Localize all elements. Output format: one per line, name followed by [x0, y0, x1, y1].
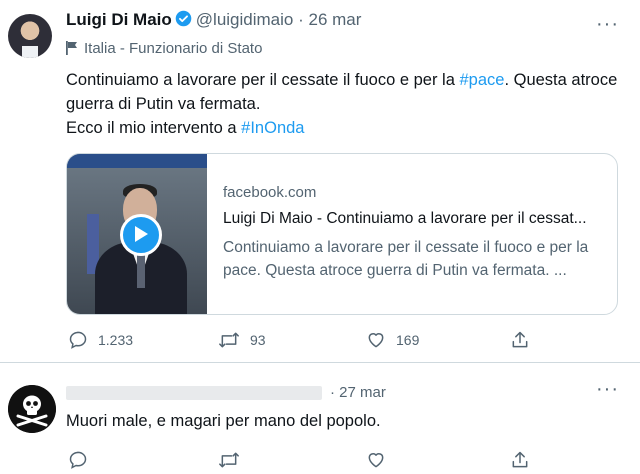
reply-share-button[interactable]	[510, 450, 540, 470]
retweet-icon	[219, 332, 239, 348]
reply-icon	[69, 331, 87, 349]
reply-icon	[69, 451, 87, 469]
redacted-username	[66, 386, 322, 400]
skull-crossbones-icon[interactable]	[8, 385, 56, 433]
reply-count: 1.233	[98, 332, 134, 348]
share-button[interactable]	[510, 330, 540, 350]
author-handle[interactable]: @luigidimaio	[196, 10, 294, 29]
like-icon	[368, 333, 384, 348]
video-thumbnail[interactable]	[67, 154, 207, 314]
reply-retweet-button[interactable]	[218, 450, 250, 470]
header-separator: ·	[298, 10, 304, 29]
tweet[interactable]: Luigi Di Maio @luigidimaio · 26 mar ··· I…	[0, 0, 640, 362]
reply-button[interactable]: 1.233	[68, 330, 133, 350]
tweet-date[interactable]: 26 mar	[309, 10, 362, 29]
play-icon[interactable]	[120, 214, 162, 256]
government-flag-icon	[66, 41, 77, 55]
retweet-button[interactable]: 93	[218, 330, 266, 350]
author-avatar[interactable]	[8, 14, 52, 58]
like-icon	[368, 453, 384, 468]
card-domain: facebook.com	[223, 184, 317, 201]
tweet-actions: 1.233 93 169	[0, 330, 640, 354]
reply-actions	[0, 450, 640, 474]
reply-like-button[interactable]	[366, 450, 396, 470]
card-description: Continuiamo a lavorare per il cessate il…	[223, 239, 589, 279]
like-count: 169	[396, 332, 420, 348]
retweet-count: 93	[250, 332, 266, 348]
share-icon	[512, 451, 528, 468]
more-icon[interactable]: ···	[596, 14, 619, 34]
tweet-text-part1: Continuiamo a lavorare per il cessate il…	[66, 71, 460, 89]
reply-reply-button[interactable]	[68, 450, 98, 470]
retweet-icon	[219, 452, 239, 468]
tweet-text-part3: Ecco il mio intervento a	[66, 119, 242, 137]
link-preview-card[interactable]: facebook.com Luigi Di Maio - Continuiamo…	[66, 153, 618, 315]
tweet-text: Continuiamo a lavorare per il cessate il…	[66, 68, 626, 140]
author-name[interactable]: Luigi Di Maio	[66, 10, 172, 29]
reply-separator: ·	[330, 384, 335, 401]
tweet-header: Luigi Di Maio @luigidimaio · 26 mar	[66, 10, 361, 32]
hashtag-pace-link[interactable]: #pace	[459, 71, 504, 89]
like-button[interactable]: 169	[366, 330, 419, 350]
verified-badge-icon	[175, 10, 192, 32]
reply-date[interactable]: 27 mar	[339, 384, 386, 401]
reply-more-icon[interactable]: ···	[596, 379, 619, 399]
share-icon	[512, 331, 528, 348]
hashtag-inonda-link[interactable]: #InOnda	[241, 119, 304, 137]
account-label-text: Italia - Funzionario di Stato	[84, 40, 263, 57]
reply-text: Muori male, e magari per mano del popolo…	[66, 412, 381, 430]
card-title: Luigi Di Maio - Continuiamo a lavorare p…	[223, 210, 587, 227]
reply-date-row: · 27 mar	[330, 384, 386, 401]
account-label: Italia - Funzionario di Stato	[66, 40, 262, 57]
